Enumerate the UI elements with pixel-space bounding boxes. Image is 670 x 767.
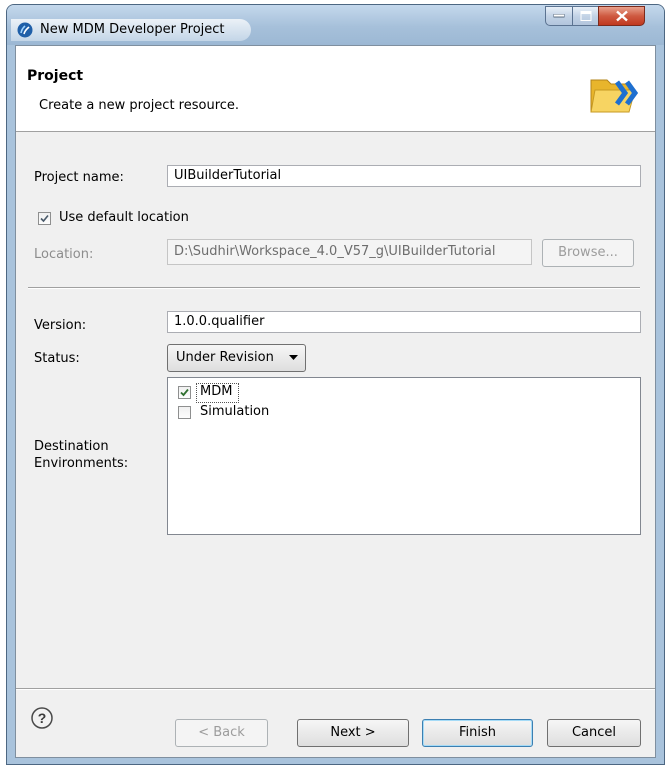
footer-separator xyxy=(16,688,655,690)
title-bar[interactable]: New MDM Developer Project xyxy=(7,5,664,45)
close-button[interactable] xyxy=(598,6,645,26)
project-name-input[interactable]: UIBuilderTutorial xyxy=(167,165,641,187)
project-name-label: Project name: xyxy=(34,170,124,185)
use-default-location-checkbox[interactable] xyxy=(38,212,51,225)
section-separator xyxy=(28,287,640,289)
status-label: Status: xyxy=(34,351,80,366)
folder-wizard-icon xyxy=(590,79,639,113)
maximize-button[interactable] xyxy=(572,6,599,26)
back-button-label: < Back xyxy=(198,725,245,740)
use-default-location-label: Use default location xyxy=(59,210,189,225)
environment-label: Simulation xyxy=(200,404,270,419)
check-icon xyxy=(180,388,189,397)
minimize-icon xyxy=(553,14,565,18)
version-label: Version: xyxy=(34,318,87,333)
chevron-down-icon xyxy=(289,355,298,360)
page-description: Create a new project resource. xyxy=(39,98,240,113)
maximize-icon xyxy=(580,11,591,21)
status-dropdown-value: Under Revision xyxy=(176,350,274,365)
back-button[interactable]: < Back xyxy=(175,719,268,747)
dialog-window: New MDM Developer Project Project Create… xyxy=(6,4,665,765)
version-input[interactable]: 1.0.0.qualifier xyxy=(167,311,641,333)
destination-label-line2: Environments: xyxy=(34,456,129,471)
minimize-button[interactable] xyxy=(545,6,573,26)
app-icon xyxy=(17,22,33,38)
svg-text:?: ? xyxy=(38,710,47,726)
help-icon[interactable]: ? xyxy=(31,707,53,729)
browse-button[interactable]: Browse... xyxy=(542,239,634,267)
destination-environments-list: MDM Simulation xyxy=(167,377,641,535)
page-title: Project xyxy=(27,68,84,84)
location-input[interactable]: D:\Sudhir\Workspace_4.0_V57_g\UIBuilderT… xyxy=(167,239,532,265)
cancel-button[interactable]: Cancel xyxy=(547,719,641,747)
next-button-label: Next > xyxy=(330,725,376,740)
check-icon xyxy=(40,214,49,223)
next-button[interactable]: Next > xyxy=(297,719,409,747)
location-label: Location: xyxy=(34,247,94,262)
simulation-checkbox[interactable] xyxy=(178,406,191,419)
finish-button[interactable]: Finish xyxy=(422,719,533,747)
environment-label: MDM xyxy=(200,384,233,399)
close-icon xyxy=(615,10,628,22)
mdm-checkbox[interactable] xyxy=(178,386,191,399)
destination-label-line1: Destination xyxy=(34,439,109,454)
dialog-content: Project Create a new project resource. P… xyxy=(15,45,656,758)
window-title: New MDM Developer Project xyxy=(40,22,225,37)
wizard-header: Project Create a new project resource. xyxy=(16,46,655,132)
cancel-button-label: Cancel xyxy=(571,725,617,740)
status-dropdown[interactable]: Under Revision xyxy=(167,344,306,372)
finish-button-label: Finish xyxy=(458,725,496,740)
browse-button-label: Browse... xyxy=(558,245,618,260)
